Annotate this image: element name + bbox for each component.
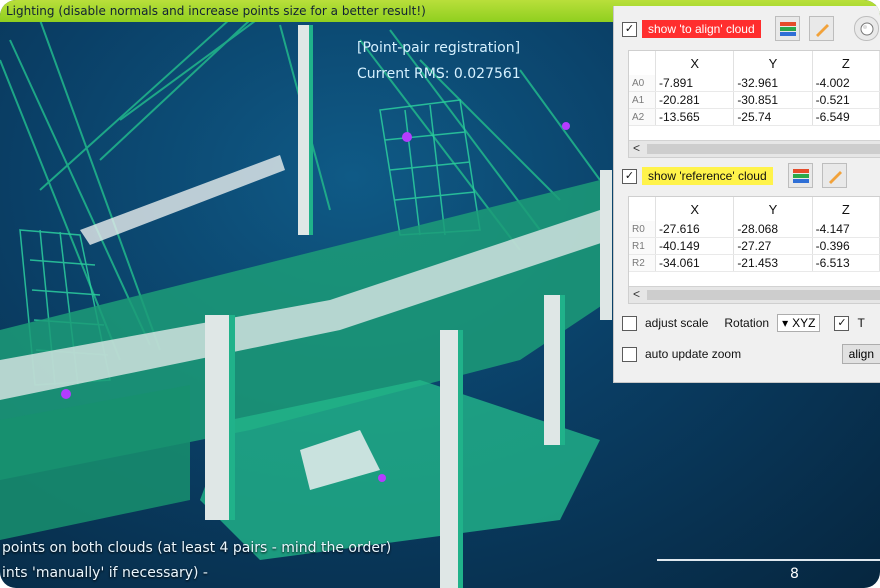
row-id: R0 [629,221,656,238]
cell-x[interactable]: -34.061 [655,254,735,272]
cell-z[interactable]: -4.147 [812,221,880,238]
show-reference-label[interactable]: show 'reference' cloud [642,167,773,185]
banner-text: Lighting (disable normals and increase p… [6,4,426,18]
cell-x[interactable]: -13.565 [655,108,735,126]
dropdown-arrow-icon: ▾ [782,316,789,330]
row-id: R1 [629,237,656,255]
table-row[interactable]: R1 -40.149 -27.27 -0.396 [629,237,880,255]
instruction-line-1: points on both clouds (at least 4 pairs … [2,540,392,556]
cell-x[interactable]: -40.149 [655,237,735,255]
sphere-button[interactable] [854,16,879,41]
table-row[interactable]: R2 -34.061 -21.453 -6.513 [629,254,880,272]
show-to-align-checkbox[interactable]: ✓ [622,21,637,37]
cell-x[interactable]: -7.891 [655,75,735,92]
table-row[interactable]: R0 -27.616 -28.068 -4.147 [629,221,880,238]
reference-points-table: X Y Z R0 -27.616 -28.068 -4.147 R1 -40.1… [628,196,880,304]
column-z: Z [812,197,880,221]
column-y: Y [733,51,813,75]
horizontal-scrollbar[interactable]: < [629,286,880,303]
to-align-edit-button[interactable] [809,16,834,41]
pencil-icon [828,170,842,184]
row-id: A0 [629,75,656,92]
options-row: adjust scale Rotation ▾ XYZ ✓ T [622,310,880,336]
rotation-label: Rotation [724,316,770,330]
table-row[interactable]: A2 -13.565 -25.74 -6.549 [629,108,880,126]
table-header: X Y Z [629,51,880,75]
color-scale-icon [792,168,809,183]
scale-bar [657,559,880,561]
overlay-title: [Point-pair registration] [357,40,521,56]
cell-y[interactable]: -21.453 [733,254,813,272]
cell-y[interactable]: -30.851 [733,91,813,109]
to-align-points-table: X Y Z A0 -7.891 -32.961 -4.002 A1 -20.28… [628,50,880,158]
reference-row: ✓ show 'reference' cloud [622,163,773,189]
show-to-align-label[interactable]: show 'to align' cloud [642,20,761,38]
translation-checkbox[interactable]: ✓ [834,315,850,331]
reference-edit-button[interactable] [822,163,847,188]
cell-x[interactable]: -27.616 [655,221,735,238]
scrollbar-thumb[interactable] [647,144,880,154]
scroll-left-icon[interactable]: < [633,141,640,155]
scale-bar-label: 8 [790,566,799,582]
table-row[interactable]: A0 -7.891 -32.961 -4.002 [629,75,880,92]
pencil-icon [815,23,829,37]
instruction-line-2: ints 'manually' if necessary) - [2,565,208,581]
zoom-row: auto update zoom align [622,341,880,367]
show-reference-checkbox[interactable]: ✓ [622,168,637,184]
column-y: Y [733,197,813,221]
registration-panel: ✓ show 'to align' cloud X Y Z A0 -7.891 … [613,6,880,383]
translation-label: T [857,316,865,330]
row-id: R2 [629,254,656,272]
auto-update-zoom-label: auto update zoom [645,347,742,361]
table-header: X Y Z [629,197,880,221]
horizontal-scrollbar[interactable]: < [629,140,880,157]
cell-z[interactable]: -6.513 [812,254,880,272]
to-align-color-button[interactable] [775,16,800,41]
adjust-scale-checkbox[interactable] [622,315,637,331]
to-align-row: ✓ show 'to align' cloud [622,16,761,42]
scroll-left-icon[interactable]: < [633,287,640,301]
table-row[interactable]: A1 -20.281 -30.851 -0.521 [629,91,880,109]
column-x: X [655,197,735,221]
cell-z[interactable]: -0.521 [812,91,880,109]
cell-z[interactable]: -6.549 [812,108,880,126]
scrollbar-thumb[interactable] [647,290,880,300]
column-z: Z [812,51,880,75]
column-x: X [655,51,735,75]
row-id: A2 [629,108,656,126]
adjust-scale-label: adjust scale [645,316,709,330]
cell-y[interactable]: -25.74 [733,108,813,126]
cell-y[interactable]: -27.27 [733,237,813,255]
sphere-icon [860,22,873,35]
reference-color-button[interactable] [788,163,813,188]
cell-z[interactable]: -4.002 [812,75,880,92]
auto-update-zoom-checkbox[interactable] [622,346,637,362]
cell-y[interactable]: -32.961 [733,75,813,92]
color-scale-icon [779,21,796,36]
rotation-value: XYZ [792,316,816,330]
registration-view: Lighting (disable normals and increase p… [0,0,880,588]
cell-y[interactable]: -28.068 [733,221,813,238]
rms-readout: Current RMS: 0.027561 [357,66,521,82]
row-id: A1 [629,91,656,109]
cell-z[interactable]: -0.396 [812,237,880,255]
rotation-select[interactable]: ▾ XYZ [777,314,821,332]
cell-x[interactable]: -20.281 [655,91,735,109]
align-button[interactable]: align [841,344,880,364]
